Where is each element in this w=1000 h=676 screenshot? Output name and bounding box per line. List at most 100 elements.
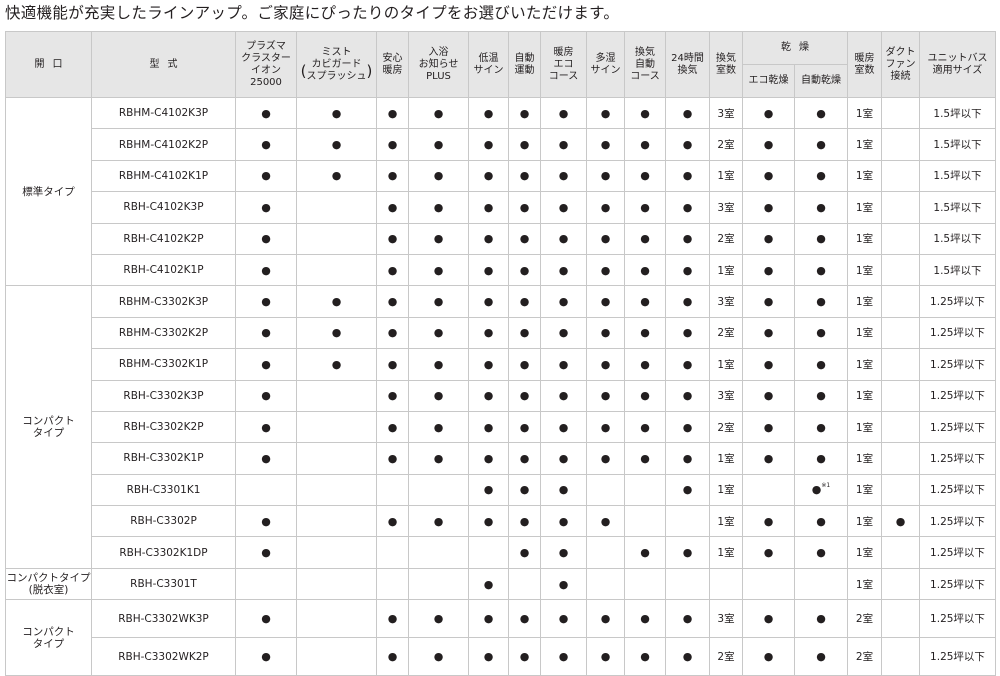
- col-header-line: サイン: [473, 64, 504, 76]
- col-header-model-char: 式: [167, 58, 178, 70]
- cell-duct-fan: [881, 379, 920, 412]
- bullet-icon: ●: [640, 420, 650, 434]
- col-header-line: 多湿: [595, 52, 616, 64]
- cell-anshin-heating: ●: [376, 285, 409, 318]
- bullet-icon: ●: [682, 326, 693, 340]
- cell-bath-notice: ●: [408, 253, 469, 287]
- bullet-icon: ●: [261, 612, 271, 626]
- col-header-line: ファン: [885, 58, 916, 70]
- cell-heat-eco: ●: [540, 410, 587, 444]
- cell-vent-rooms: 2室: [709, 316, 743, 350]
- cell-vent-auto: ●: [624, 159, 666, 193]
- cell-value: 1室: [855, 452, 874, 465]
- col-header-opening-char: 開: [34, 58, 45, 70]
- cell-heat-eco: ●: [540, 599, 587, 639]
- cell-duct-fan: [881, 410, 920, 444]
- bullet-icon: ●: [261, 389, 271, 403]
- cell-vent-auto: ●: [624, 128, 666, 161]
- cell-vent-24h: ●: [665, 442, 710, 475]
- cell-dry-auto: ●: [794, 191, 848, 224]
- group-name-line: (脱衣室): [28, 584, 69, 597]
- cell-bath-notice: ●: [408, 410, 469, 444]
- table-row: RBH-C3301K1 ● ● ● ● 1室 ●※1 1室 1.25坪以下: [6, 473, 996, 507]
- cell-duct-fan: [881, 536, 920, 569]
- cell-mist-kabiguard: [296, 505, 377, 538]
- col-header-vent-rooms: 換気 室数: [709, 31, 743, 98]
- cell-low-temp-sign: ●: [468, 473, 509, 507]
- cell-vent-24h: ●: [665, 410, 710, 444]
- cell-auto-link: ●: [508, 473, 541, 507]
- cell-auto-link: ●: [508, 410, 541, 444]
- bullet-icon: ●: [331, 295, 342, 309]
- cell-anshin-heating: ●: [376, 253, 409, 287]
- cell-auto-link: ●: [508, 442, 541, 475]
- bullet-icon: ●: [816, 106, 826, 120]
- cell-low-temp-sign: ●: [468, 96, 509, 130]
- cell-dry-eco: ●: [742, 410, 795, 444]
- cell-humid-sign: ●: [586, 96, 625, 130]
- col-header-bath-notice: 入浴 お知らせ PLUS: [408, 31, 469, 98]
- col-header-line: 換気: [677, 64, 698, 76]
- cell-auto-link: ●: [508, 253, 541, 287]
- cell-bath-size: 1.25坪以下: [919, 348, 996, 381]
- bullet-icon: ●: [640, 200, 650, 214]
- cell-plasma-cluster: ●: [235, 379, 297, 412]
- cell-low-temp-sign: ●: [468, 637, 509, 676]
- cell-value: 1.5坪以下: [933, 139, 982, 152]
- bullet-icon: ●: [519, 389, 530, 403]
- cell-value: 1室: [717, 170, 735, 183]
- col-header-line: サイン: [590, 64, 621, 76]
- cell-vent-rooms: 2室: [709, 410, 743, 444]
- col-header-line: 安心: [382, 52, 403, 64]
- cell-anshin-heating: ●: [376, 316, 409, 350]
- cell-bath-size: 1.25坪以下: [919, 536, 996, 569]
- cell-plasma-cluster: [235, 567, 297, 601]
- bullet-icon: ●: [433, 232, 444, 246]
- cell-value: 1.25坪以下: [930, 452, 985, 465]
- cell-vent-24h: [665, 567, 710, 601]
- cell-anshin-heating: ●: [376, 505, 409, 538]
- bullet-icon: ●: [433, 514, 444, 528]
- bullet-icon: ●: [519, 169, 530, 183]
- cell-dry-eco: ●: [742, 637, 795, 676]
- cell-low-temp-sign: ●: [468, 599, 509, 639]
- bullet-icon: ●: [433, 326, 444, 340]
- cell-duct-fan: [881, 128, 920, 161]
- bullet-icon: ●: [682, 106, 693, 120]
- cell-value: 1室: [855, 390, 874, 403]
- bullet-icon: ●: [483, 650, 494, 664]
- table-row: RBH-C3302K2P ● ● ● ● ● ● ● ● ● 2室 ● ● 1室 1.25坪以下: [6, 410, 996, 444]
- bullet-icon: ●: [387, 357, 398, 371]
- table-row: コンパクト タイプ RBHM-C3302K3P ● ● ● ● ● ● ● ● ● ● 3室 ● ● 1室 1.2…: [5, 285, 996, 569]
- cell-bath-notice: [408, 473, 469, 507]
- table-row: RBHM-C4102K2P ● ● ● ● ● ● ● ● ● ● 2室 ● ● 1室 1.5坪以下: [6, 128, 996, 161]
- bullet-icon: ●: [600, 420, 611, 434]
- cell-value: 3室: [717, 613, 735, 626]
- cell-anshin-heating: ●: [376, 96, 409, 130]
- bullet-icon: ●: [682, 389, 693, 403]
- bullet-icon: ●: [682, 483, 693, 497]
- cell-humid-sign: ●: [586, 637, 625, 676]
- col-header-line: ユニットバス: [927, 52, 988, 64]
- cell-anshin-heating: ●: [376, 637, 409, 676]
- model-cell: RBH-C3302WK2P: [91, 637, 236, 676]
- cell-vent-rooms: [709, 567, 743, 601]
- bullet-icon: ●: [763, 138, 774, 152]
- cell-low-temp-sign: ●: [468, 379, 509, 412]
- cell-heat-eco: ●: [540, 505, 587, 538]
- bullet-icon: ●: [483, 106, 494, 120]
- col-header-heat-rooms: 暖房 室数: [847, 31, 882, 98]
- bullet-icon: ●: [682, 650, 693, 664]
- cell-plasma-cluster: ●: [235, 637, 297, 676]
- col-header-dry: 乾燥: [742, 31, 848, 65]
- model-cell: RBH-C4102K3P: [91, 191, 236, 224]
- cell-vent-auto: ●: [624, 348, 666, 381]
- bullet-icon: ●: [558, 169, 569, 183]
- group-name-line: コンパクトタイプ: [6, 572, 91, 585]
- cell-value: 1.25坪以下: [930, 515, 985, 528]
- cell-vent-rooms: 3室: [709, 285, 743, 318]
- cell-heat-rooms: 1室: [847, 505, 882, 538]
- col-header-auto: 自動 運動: [508, 31, 541, 98]
- bullet-icon: ●: [558, 295, 569, 309]
- col-header-line: カビガード: [311, 58, 362, 70]
